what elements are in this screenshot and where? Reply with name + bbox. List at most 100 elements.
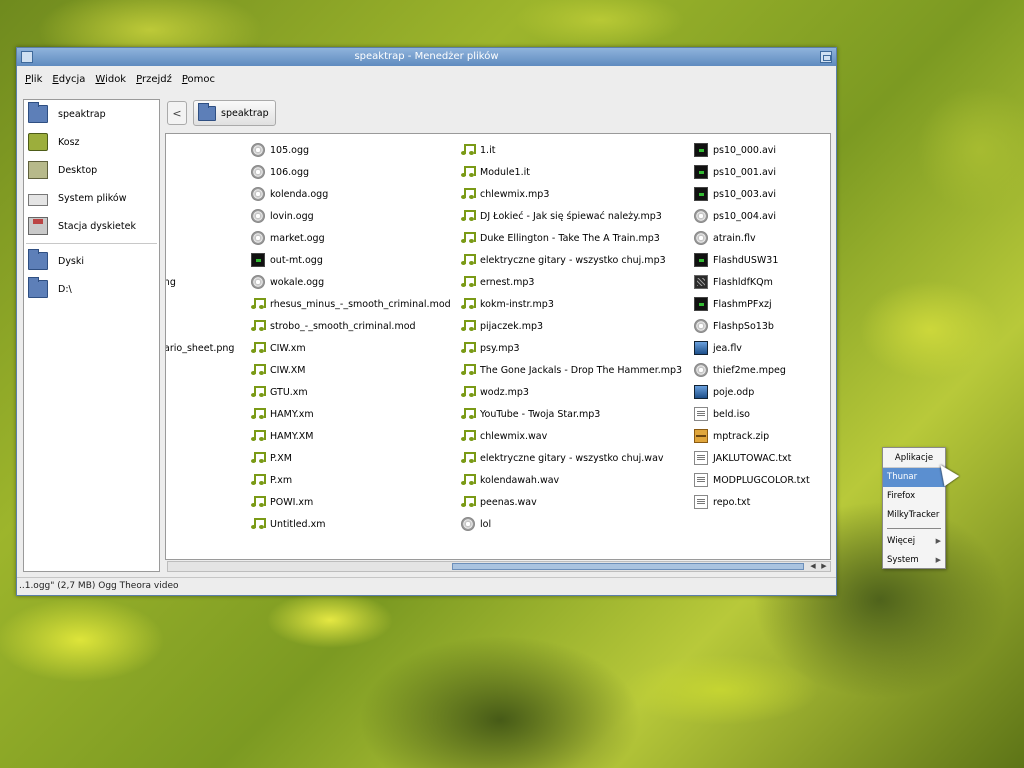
file-item[interactable]: YouTube - Twoja Star.mp3	[461, 403, 693, 425]
file-name: chlewmix.wav	[480, 430, 548, 442]
file-item[interactable]	[166, 227, 248, 249]
file-item[interactable]	[166, 161, 248, 183]
file-item[interactable]	[166, 139, 248, 161]
file-item[interactable]: ps10_001.avi	[694, 161, 830, 183]
window-menu-icon[interactable]	[21, 51, 33, 63]
file-item[interactable]: mptrack.zip	[694, 425, 830, 447]
file-item[interactable]: CIW.XM	[251, 359, 461, 381]
file-item[interactable]: 105.ogg	[251, 139, 461, 161]
file-item[interactable]: JAKLUTOWAC.txt	[694, 447, 830, 469]
file-item[interactable]: nario_sheet.png	[166, 337, 248, 359]
file-item[interactable]: 106.ogg	[251, 161, 461, 183]
file-item[interactable]: MODPLUGCOLOR.txt	[694, 469, 830, 491]
file-item[interactable]: P.XM	[251, 447, 461, 469]
audio-file-icon	[461, 319, 476, 333]
file-item[interactable]: kolendawah.wav	[461, 469, 693, 491]
file-item[interactable]: FlashmPFxzj	[694, 293, 830, 315]
video-file-icon	[694, 165, 708, 179]
file-item[interactable]: jea.flv	[694, 337, 830, 359]
file-item[interactable]: POWI.xm	[251, 491, 461, 513]
breadcrumb-speaktrap[interactable]: speaktrap	[193, 100, 276, 126]
file-item[interactable]: FlashpSo13b	[694, 315, 830, 337]
file-item[interactable]	[166, 315, 248, 337]
menu-pomoc[interactable]: Pomoc	[182, 74, 215, 85]
file-item[interactable]: ong	[166, 271, 248, 293]
file-item[interactable]: chlewmix.wav	[461, 425, 693, 447]
menu-item-milkytracker[interactable]: MilkyTracker	[883, 506, 945, 525]
file-item[interactable]: HAMY.XM	[251, 425, 461, 447]
file-item[interactable]: kolenda.ogg	[251, 183, 461, 205]
file-item[interactable]: thief2me.mpeg	[694, 359, 830, 381]
file-item[interactable]: CIW.xm	[251, 337, 461, 359]
file-item[interactable]: pijaczek.mp3	[461, 315, 693, 337]
file-item[interactable]: wokale.ogg	[251, 271, 461, 293]
sidebar-item-stacja-dyskietek[interactable]: Stacja dyskietek	[24, 212, 159, 240]
scrollbar-thumb[interactable]	[452, 563, 804, 570]
file-item[interactable]: rhesus_minus_-_smooth_criminal.mod	[251, 293, 461, 315]
file-item[interactable]: lol	[461, 513, 693, 535]
file-item[interactable]: market.ogg	[251, 227, 461, 249]
file-item[interactable]: Untitled.xm	[251, 513, 461, 535]
file-item[interactable]: ernest.mp3	[461, 271, 693, 293]
back-button[interactable]: <	[167, 101, 187, 125]
sidebar-item-d-drive[interactable]: D:\	[24, 275, 159, 303]
file-name: wokale.ogg	[270, 276, 325, 288]
window-titlebar[interactable]: speaktrap - Menedżer plików	[17, 48, 836, 66]
file-item[interactable]: Module1.it	[461, 161, 693, 183]
file-item[interactable]: beld.iso	[694, 403, 830, 425]
file-item[interactable]: wodz.mp3	[461, 381, 693, 403]
file-item[interactable]	[166, 249, 248, 271]
menu-przejdz[interactable]: Przejdź	[136, 74, 172, 85]
audio-file-icon	[461, 253, 476, 267]
file-item[interactable]: FlashdUSW31	[694, 249, 830, 271]
file-name: ps10_004.avi	[713, 210, 777, 222]
menu-item-system[interactable]: System ▶	[883, 551, 945, 570]
file-item[interactable]: P.xm	[251, 469, 461, 491]
file-item[interactable]: kokm-instr.mp3	[461, 293, 693, 315]
file-item[interactable]: ps10_004.avi	[694, 205, 830, 227]
sidebar-item-speaktrap[interactable]: speaktrap	[24, 100, 159, 128]
sidebar-item-dyski[interactable]: Dyski	[24, 247, 159, 275]
file-item[interactable]: 1.it	[461, 139, 693, 161]
file-item[interactable]	[166, 183, 248, 205]
file-item[interactable]: FlashldfKQm	[694, 271, 830, 293]
sidebar-item-system-plikow[interactable]: System plików	[24, 184, 159, 212]
sidebar-item-desktop[interactable]: Desktop	[24, 156, 159, 184]
menu-item-wiecej[interactable]: Więcej ▶	[883, 532, 945, 551]
media-file-icon	[251, 143, 265, 157]
file-item[interactable]: atrain.flv	[694, 227, 830, 249]
file-column: 105.ogg 106.ogg kolenda.ogg lovin.ogg market…	[251, 139, 461, 535]
video-file-icon	[694, 297, 708, 311]
file-item[interactable]: psy.mp3	[461, 337, 693, 359]
menu-plik[interactable]: Plik	[25, 74, 42, 85]
file-name: elektryczne gitary - wszystko chuj.mp3	[480, 254, 666, 266]
file-item[interactable]: HAMY.xm	[251, 403, 461, 425]
file-item[interactable]: repo.txt	[694, 491, 830, 513]
file-item[interactable]: strobo_-_smooth_criminal.mod	[251, 315, 461, 337]
file-item[interactable]: GTU.xm	[251, 381, 461, 403]
file-item[interactable]: peenas.wav	[461, 491, 693, 513]
file-item[interactable]: The Gone Jackals - Drop The Hammer.mp3	[461, 359, 693, 381]
file-item[interactable]: chlewmix.mp3	[461, 183, 693, 205]
menu-widok[interactable]: Widok	[95, 74, 126, 85]
file-list-view[interactable]: ong nario_sheet.png 105.ogg 106.ogg kolenda…	[165, 133, 831, 560]
menu-item-firefox[interactable]: Firefox	[883, 487, 945, 506]
file-item[interactable]	[166, 205, 248, 227]
file-item[interactable]: elektryczne gitary - wszystko chuj.wav	[461, 447, 693, 469]
scroll-left-arrow-icon[interactable]: ◀	[808, 562, 818, 571]
file-item[interactable]: ps10_003.avi	[694, 183, 830, 205]
file-item[interactable]: poje.odp	[694, 381, 830, 403]
sidebar-item-kosz[interactable]: Kosz	[24, 128, 159, 156]
file-item[interactable]: lovin.ogg	[251, 205, 461, 227]
file-item[interactable]: elektryczne gitary - wszystko chuj.mp3	[461, 249, 693, 271]
horizontal-scrollbar[interactable]: ◀ ▶	[167, 561, 831, 572]
file-item[interactable]: ps10_000.avi	[694, 139, 830, 161]
menu-edycja[interactable]: Edycja	[52, 74, 85, 85]
menu-item-label: Więcej	[887, 536, 916, 546]
file-item[interactable]: out-mt.ogg	[251, 249, 461, 271]
file-item[interactable]	[166, 293, 248, 315]
window-restore-icon[interactable]	[820, 51, 832, 63]
scroll-right-arrow-icon[interactable]: ▶	[819, 562, 829, 571]
file-item[interactable]: Duke Ellington - Take The A Train.mp3	[461, 227, 693, 249]
file-item[interactable]: DJ Łokieć - Jak się śpiewać należy.mp3	[461, 205, 693, 227]
